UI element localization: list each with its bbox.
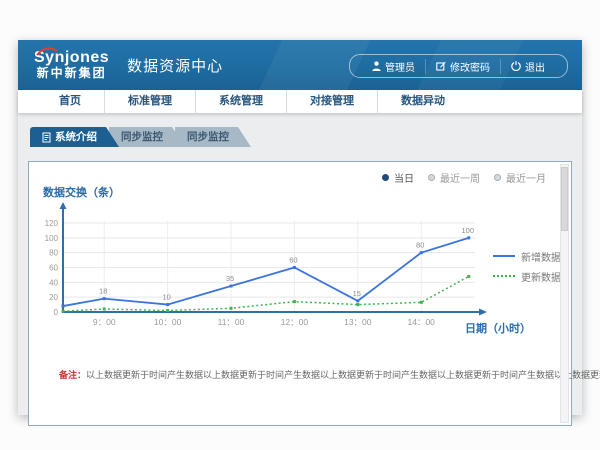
svg-text:80: 80 bbox=[416, 241, 424, 250]
logo-swoosh-icon bbox=[36, 47, 58, 56]
footnote-prefix: 备注： bbox=[59, 370, 86, 380]
line-chart: 0 20 40 60 80 100 120 9：00 10：00 11：00 12：00 13：00 1… bbox=[39, 200, 507, 346]
nav-item-system[interactable]: 系统管理 bbox=[195, 90, 286, 113]
filter-label: 最近一月 bbox=[506, 170, 546, 185]
company-logo: Synjones 新中新集团 bbox=[34, 50, 109, 79]
radio-dot-icon bbox=[428, 174, 435, 181]
app-header: Synjones 新中新集团 数据资源中心 管理员 修改密码 退出 bbox=[18, 40, 582, 90]
tab-label: 同步监控 bbox=[187, 127, 229, 147]
svg-text:12：00: 12：00 bbox=[281, 317, 309, 327]
footnote: 备注：以上数据更新于时间产生数据以上数据更新于时间产生数据以上数据更新于时间产生… bbox=[59, 368, 600, 381]
x-axis-title: 日期（小时） bbox=[465, 320, 531, 336]
svg-text:120: 120 bbox=[45, 219, 59, 228]
svg-text:80: 80 bbox=[49, 249, 58, 258]
current-user-button[interactable]: 管理员 bbox=[362, 59, 425, 74]
page-title: 数据资源中心 bbox=[127, 55, 223, 76]
user-toolbar: 管理员 修改密码 退出 bbox=[349, 54, 568, 78]
legend-label: 新增数据 bbox=[521, 249, 561, 264]
footnote-text: 以上数据更新于时间产生数据以上数据更新于时间产生数据以上数据更新于时间产生数据以… bbox=[86, 370, 600, 380]
nav-item-data-changes[interactable]: 数据异动 bbox=[377, 90, 468, 113]
svg-text:11：00: 11：00 bbox=[218, 317, 245, 327]
legend-item-updated-data: 更新数据 bbox=[493, 266, 561, 286]
nav-item-home[interactable]: 首页 bbox=[36, 90, 104, 113]
svg-text:60: 60 bbox=[49, 264, 58, 273]
svg-text:0: 0 bbox=[54, 308, 59, 317]
user-icon bbox=[372, 61, 381, 71]
filter-label: 最近一周 bbox=[440, 170, 480, 185]
tab-system-intro[interactable]: 系统介绍 bbox=[30, 127, 119, 147]
svg-text:35: 35 bbox=[226, 274, 234, 283]
chart-legend: 新增数据 更新数据 bbox=[493, 246, 561, 286]
green-line-sample-icon bbox=[493, 275, 515, 277]
svg-text:18: 18 bbox=[99, 287, 107, 296]
chart-area: 0 20 40 60 80 100 120 9：00 10：00 11：00 12：00 13：00 1… bbox=[39, 200, 507, 346]
filter-last-week[interactable]: 最近一周 bbox=[428, 170, 480, 185]
svg-text:40: 40 bbox=[49, 278, 58, 287]
svg-text:100: 100 bbox=[45, 234, 59, 243]
svg-text:20: 20 bbox=[49, 293, 58, 302]
scrollbar-thumb[interactable] bbox=[561, 167, 568, 231]
chart-panel: 当日 最近一周 最近一月 数据交换（条） 0 20 40 60 80 100 120 9：00… bbox=[28, 161, 572, 426]
power-icon bbox=[511, 61, 521, 71]
filter-today[interactable]: 当日 bbox=[382, 170, 414, 185]
tab-bar: 系统介绍 同步监控 同步监控 bbox=[30, 127, 582, 147]
panel-scrollbar[interactable] bbox=[560, 164, 569, 423]
document-icon bbox=[42, 132, 51, 143]
filter-last-month[interactable]: 最近一月 bbox=[494, 170, 546, 185]
edit-icon bbox=[436, 61, 446, 71]
main-nav: 首页 标准管理 系统管理 对接管理 数据异动 bbox=[18, 90, 582, 113]
legend-item-new-data: 新增数据 bbox=[493, 246, 561, 266]
svg-text:15: 15 bbox=[353, 289, 361, 298]
nav-item-standards[interactable]: 标准管理 bbox=[104, 90, 195, 113]
svg-text:9：00: 9：00 bbox=[93, 317, 116, 327]
svg-text:60: 60 bbox=[289, 256, 297, 265]
range-filter-group: 当日 最近一周 最近一月 bbox=[382, 170, 546, 185]
filter-label: 当日 bbox=[394, 170, 414, 185]
tab-sync-monitor-2[interactable]: 同步监控 bbox=[175, 127, 251, 147]
radio-dot-icon bbox=[494, 174, 501, 181]
tab-label: 同步监控 bbox=[121, 127, 163, 147]
nav-item-integration[interactable]: 对接管理 bbox=[286, 90, 377, 113]
logout-button[interactable]: 退出 bbox=[500, 59, 555, 74]
svg-text:14：00: 14：00 bbox=[407, 317, 435, 327]
y-axis-title: 数据交换（条） bbox=[43, 184, 120, 200]
app-window: Synjones 新中新集团 数据资源中心 管理员 修改密码 退出 首页 标准管… bbox=[18, 40, 582, 415]
logo-subtext: 新中新集团 bbox=[34, 67, 109, 80]
tab-label: 系统介绍 bbox=[55, 127, 97, 147]
content-area: 系统介绍 同步监控 同步监控 当日 最近一周 bbox=[18, 127, 582, 429]
tab-sync-monitor-1[interactable]: 同步监控 bbox=[109, 127, 185, 147]
svg-text:10: 10 bbox=[162, 293, 170, 302]
legend-label: 更新数据 bbox=[521, 269, 561, 284]
svg-text:10：00: 10：00 bbox=[154, 317, 182, 327]
svg-text:100: 100 bbox=[462, 226, 475, 235]
svg-text:13：00: 13：00 bbox=[344, 317, 372, 327]
blue-line-sample-icon bbox=[493, 255, 515, 257]
change-password-button[interactable]: 修改密码 bbox=[425, 59, 500, 74]
radio-dot-icon bbox=[382, 174, 389, 181]
